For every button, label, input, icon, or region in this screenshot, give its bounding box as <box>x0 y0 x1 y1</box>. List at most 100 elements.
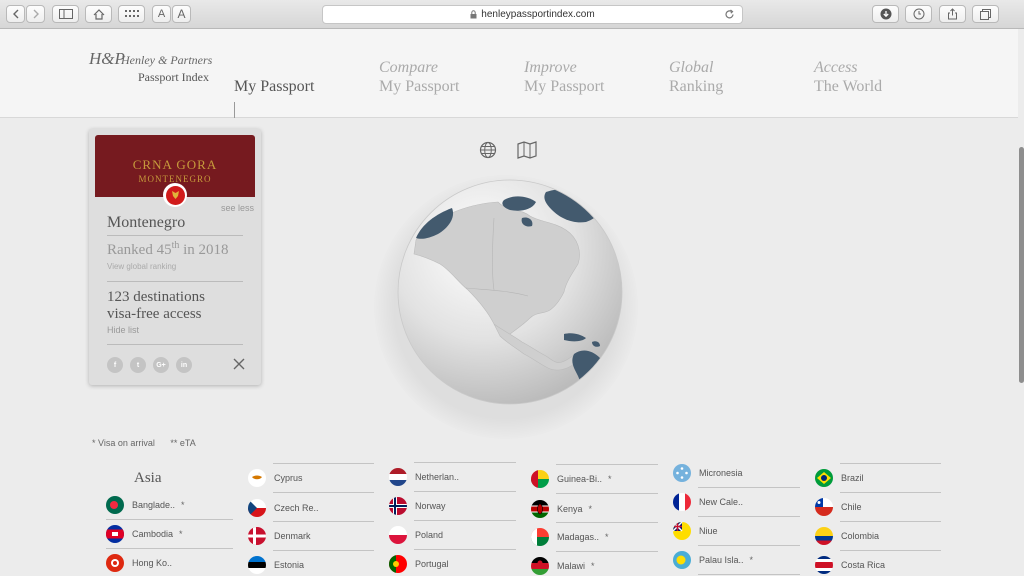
address-bar[interactable]: henleypassportindex.com <box>322 5 743 24</box>
destination-item[interactable]: Czech Re.. <box>248 493 319 522</box>
google-plus-icon[interactable]: G+ <box>153 357 169 373</box>
browser-toolbar: A A henleypassportindex.com <box>0 0 1024 29</box>
country-name: Montenegro <box>107 214 186 231</box>
destination-item[interactable]: Cambodia * <box>106 519 183 548</box>
world-globe[interactable] <box>396 178 624 406</box>
chile-flag-icon <box>815 497 833 516</box>
destination-item[interactable]: Niue <box>673 516 718 545</box>
destination-item[interactable]: Denmark <box>248 521 311 550</box>
madagascar-flag-icon <box>531 527 549 546</box>
see-less-link[interactable]: see less <box>221 203 254 213</box>
destination-item[interactable]: Guinea-Bi.. * <box>531 464 612 493</box>
map-view-icon[interactable] <box>517 141 537 159</box>
nav-access-line2: The World <box>814 78 883 95</box>
brand-mark: H&P <box>89 49 125 68</box>
destination-item[interactable]: Netherlan.. <box>389 462 459 491</box>
visa-legend: * Visa on arrival ** eTA <box>92 438 209 448</box>
destination-item[interactable]: Brazil <box>815 463 864 492</box>
nav-active-indicator <box>234 102 235 118</box>
destination-item[interactable]: Palau Isla.. * <box>673 545 753 574</box>
sidebar-button[interactable] <box>52 5 79 23</box>
destination-item[interactable]: Cyprus <box>248 463 303 492</box>
micronesia-flag-icon <box>673 463 691 482</box>
back-button[interactable] <box>6 5 25 23</box>
estonia-flag-icon <box>248 555 266 574</box>
niue-flag-icon <box>673 521 691 540</box>
cyprus-flag-icon <box>248 468 266 487</box>
destination-item[interactable]: Colombia <box>815 521 879 550</box>
destination-item[interactable]: Estonia <box>248 550 304 576</box>
destination-item[interactable]: Micronesia <box>673 458 743 487</box>
portugal-flag-icon <box>389 554 407 573</box>
brand-logo[interactable]: H&P Henley & Partners Passport Index <box>89 49 214 89</box>
malawi-flag-icon <box>531 556 549 575</box>
linkedin-icon[interactable]: in <box>176 357 192 373</box>
nav-my-passport-label: My Passport <box>234 78 315 95</box>
forward-button[interactable] <box>26 5 45 23</box>
home-button[interactable] <box>85 5 112 23</box>
url-text: henleypassportindex.com <box>481 9 595 20</box>
nav-access-world[interactable]: Access The World <box>814 58 882 96</box>
downloads-button[interactable] <box>872 5 899 23</box>
rank-text: Ranked 45th in 2018 <box>107 240 229 258</box>
denmark-flag-icon <box>248 526 266 545</box>
hide-list-link[interactable]: Hide list <box>107 325 139 335</box>
card-divider <box>107 281 243 282</box>
bangladesh-flag-icon <box>106 495 124 514</box>
destination-item[interactable]: Costa Rica <box>815 550 885 576</box>
palau-flag-icon <box>673 550 691 569</box>
globe-view-icon[interactable] <box>479 141 497 159</box>
top-sites-button[interactable] <box>118 5 145 23</box>
destination-item[interactable]: Kenya * <box>531 494 592 523</box>
facebook-icon[interactable]: f <box>107 357 123 373</box>
brazil-flag-icon <box>815 468 833 487</box>
guinea-bissau-flag-icon <box>531 469 549 488</box>
share-button[interactable] <box>939 5 966 23</box>
destination-item[interactable]: New Cale.. <box>673 487 743 516</box>
close-icon[interactable] <box>232 357 246 371</box>
nav-compare[interactable]: Compare My Passport <box>379 58 459 96</box>
nav-improve[interactable]: Improve My Passport <box>524 58 604 96</box>
norway-flag-icon <box>389 496 407 515</box>
destination-item[interactable]: Malawi * <box>531 551 595 576</box>
cover-title: CRNA GORA <box>132 157 218 172</box>
lock-icon <box>470 10 477 19</box>
czech-republic-flag-icon <box>248 498 266 517</box>
destination-item[interactable]: Hong Ko.. <box>106 548 178 576</box>
view-global-ranking-link[interactable]: View global ranking <box>107 262 176 271</box>
destination-item[interactable]: Norway <box>389 491 446 520</box>
colombia-flag-icon <box>815 526 833 545</box>
destination-item[interactable]: Poland <box>389 520 443 549</box>
brand-subtitle: Passport Index <box>138 70 209 84</box>
chevron-right-icon <box>33 9 39 19</box>
destination-item[interactable]: Madagas.. * <box>531 522 609 551</box>
site-header: H&P Henley & Partners Passport Index My … <box>0 29 1018 118</box>
destination-item[interactable]: Portugal <box>389 549 449 576</box>
nav-compare-line1: Compare <box>379 59 438 76</box>
poland-flag-icon <box>389 525 407 544</box>
nav-improve-line1: Improve <box>524 59 577 76</box>
nav-access-line1: Access <box>814 59 858 76</box>
history-button[interactable] <box>905 5 932 23</box>
grid-icon <box>124 10 139 17</box>
destination-item[interactable]: Chile <box>815 492 862 521</box>
legend-eta: ** eTA <box>170 438 196 448</box>
nav-global-ranking[interactable]: Global Ranking <box>669 58 723 96</box>
nav-improve-line2: My Passport <box>524 78 605 95</box>
text-smaller-button[interactable]: A <box>152 5 171 23</box>
brand-name: Henley & Partners <box>121 53 213 67</box>
nav-my-passport[interactable]: My Passport <box>234 77 314 96</box>
cambodia-flag-icon <box>106 524 124 543</box>
tabs-icon <box>980 8 991 20</box>
text-larger-button[interactable]: A <box>172 5 191 23</box>
new-caledonia-flag-icon <box>673 492 691 511</box>
reload-icon[interactable] <box>724 9 735 20</box>
destination-item[interactable]: Banglade.. * <box>106 490 185 519</box>
sidebar-icon <box>58 9 73 19</box>
twitter-icon[interactable]: t <box>130 357 146 373</box>
page: H&P Henley & Partners Passport Index My … <box>0 29 1024 576</box>
clock-icon <box>913 8 924 20</box>
hong-kong-flag-icon <box>106 553 124 572</box>
destinations-count: 123 destinations visa-free access <box>107 289 205 322</box>
tabs-button[interactable] <box>972 5 999 23</box>
